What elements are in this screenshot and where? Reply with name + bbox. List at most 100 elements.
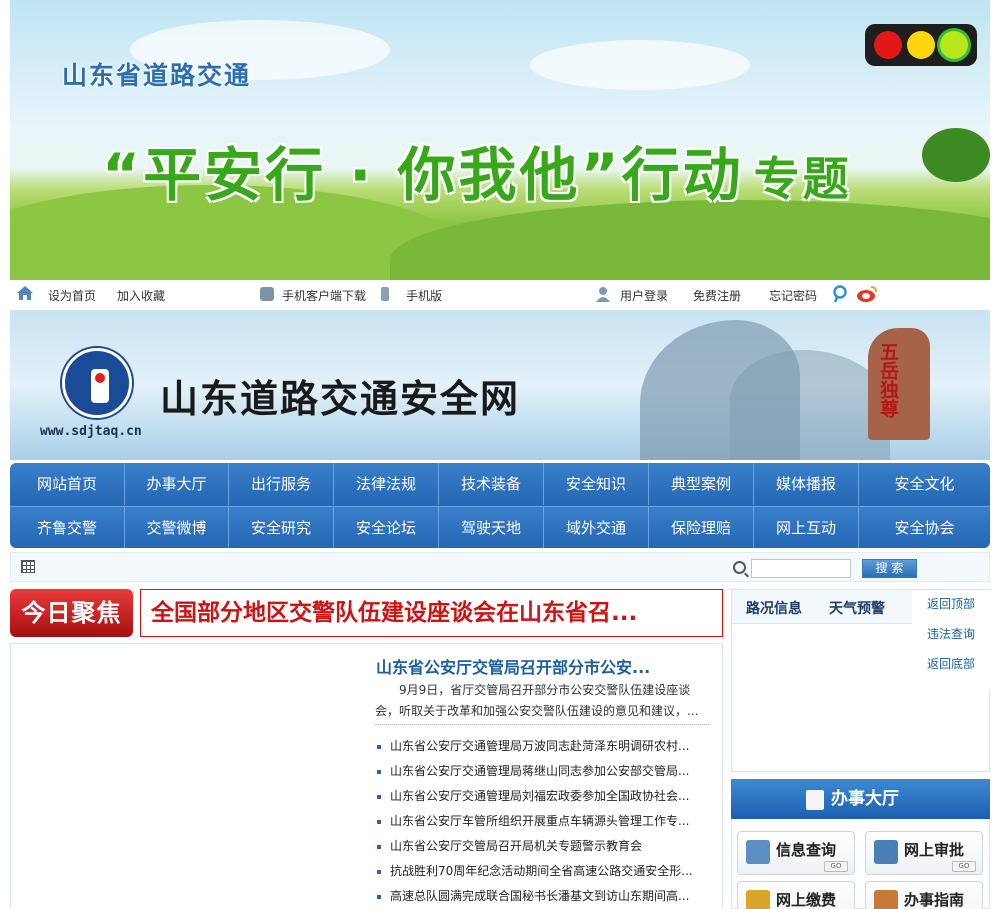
top-banner: 山东省道路交通 “平安行 · 你我他”行动 专题	[10, 0, 990, 280]
tab-bar: 路况信息 天气预警	[732, 590, 912, 624]
info-query-tile[interactable]: 信息查询 GO	[737, 831, 855, 875]
app-download-icon	[260, 287, 274, 301]
tile-label: 网上缴费	[776, 891, 837, 909]
news-list-item[interactable]: 山东省公安厅交通管理局蒋继山同志参加公安部交管局...	[375, 759, 710, 784]
news-image-slot[interactable]	[12, 645, 362, 909]
nav-item[interactable]: 交警微博	[125, 507, 229, 548]
search-input[interactable]	[751, 559, 851, 578]
banner-title-suffix: 专题	[753, 152, 852, 206]
nav-item[interactable]: 网上互动	[754, 507, 859, 548]
focus-headline[interactable]: 全国部分地区交警队伍建设座谈会在山东省召...	[140, 589, 723, 637]
cloud-shape	[530, 40, 750, 90]
go-button[interactable]: GO	[824, 861, 848, 872]
nav-item[interactable]: 安全研究	[229, 507, 334, 548]
taishan-rock: 五岳独尊	[868, 328, 930, 440]
set-home-link[interactable]: 设为首页	[48, 287, 96, 304]
mobile-version-link[interactable]: 手机版	[406, 287, 442, 304]
online-approval-tile[interactable]: 网上审批 GO	[865, 831, 983, 875]
banner-title: “平安行 · 你我他”行动 专题	[102, 128, 852, 212]
nav-item[interactable]: 安全协会	[859, 507, 990, 548]
mountain-shape	[730, 350, 890, 460]
nav-item[interactable]: 网站首页	[10, 463, 125, 505]
nav-row-1: 网站首页 办事大厅 出行服务 法律法规 技术装备 安全知识 典型案例 媒体播报 安全文化	[10, 463, 990, 505]
nav-item[interactable]: 安全文化	[859, 463, 990, 505]
news-list-item[interactable]: 高速总队圆满完成联合国秘书长潘基文到访山东期间高...	[375, 884, 710, 909]
nav-item[interactable]: 保险理赔	[649, 507, 754, 548]
nav-row-2: 齐鲁交警 交警微博 安全研究 安全论坛 驾驶天地 域外交通 保险理赔 网上互动 安全协会	[10, 506, 990, 548]
back-to-top-link[interactable]: 返回顶部	[927, 595, 975, 612]
service-guide-tile[interactable]: 办事指南	[865, 881, 983, 909]
green-light-icon	[940, 31, 969, 59]
site-logo[interactable]	[62, 348, 132, 418]
tile-label: 信息查询	[776, 841, 837, 859]
news-list-item[interactable]: 山东省公安厅交管局召开局机关专题警示教育会	[375, 834, 710, 859]
free-register-link[interactable]: 免费注册	[693, 287, 741, 304]
mobile-icon	[381, 287, 389, 301]
nav-item[interactable]: 法律法规	[334, 463, 439, 505]
service-hall-header: 办事大厅	[731, 779, 990, 819]
red-light-icon	[873, 31, 902, 59]
tile-label: 网上审批	[904, 841, 965, 859]
search-icon	[733, 561, 746, 574]
nav-item[interactable]: 典型案例	[649, 463, 754, 505]
today-focus-badge: 今日聚焦	[10, 589, 133, 637]
yellow-light-icon	[906, 31, 935, 59]
news-list-item[interactable]: 抗战胜利70周年纪念活动期间全省高速公路交通安全形...	[375, 859, 710, 884]
online-payment-tile[interactable]: 网上缴费	[737, 881, 855, 909]
page: 山东省道路交通 “平安行 · 你我他”行动 专题 设为首页 加入收藏 手机客户端下…	[0, 0, 1000, 909]
nav-item[interactable]: 媒体播报	[754, 463, 859, 505]
utility-bar: 设为首页 加入收藏 手机客户端下载 手机版 用户登录 免费注册 忘记密码	[10, 280, 990, 310]
tree-shape	[922, 128, 990, 182]
banner-subtitle: 山东省道路交通	[62, 61, 252, 90]
magnifier-icon	[746, 840, 770, 864]
nav-item[interactable]: 驾驶天地	[439, 507, 544, 548]
tile-label: 办事指南	[904, 891, 965, 909]
service-hall-body: 信息查询 GO 网上审批 GO 网上缴费 办事指南	[731, 819, 990, 909]
search-bar: 搜 索	[10, 552, 990, 582]
nav-item[interactable]: 安全知识	[544, 463, 649, 505]
app-download-link[interactable]: 手机客户端下载	[282, 287, 366, 304]
site-name: 山东道路交通安全网	[160, 376, 521, 421]
site-header: www.sdjtaq.cn 山东道路交通安全网 五岳独尊	[10, 310, 990, 460]
user-icon	[595, 286, 611, 305]
news-list: 山东省公安厅交通管理局万波同志赴菏泽东明调研农村... 山东省公安厅交通管理局蒋继…	[375, 734, 710, 909]
add-favorite-link[interactable]: 加入收藏	[117, 287, 165, 304]
main-nav: 网站首页 办事大厅 出行服务 法律法规 技术装备 安全知识 典型案例 媒体播报 安全文化 齐鲁交…	[10, 463, 990, 548]
site-url: www.sdjtaq.cn	[40, 424, 142, 439]
news-list-item[interactable]: 山东省公安厅车管所组织开展重点车辆源头管理工作专...	[375, 809, 710, 834]
document-icon	[806, 790, 824, 810]
nav-item[interactable]: 安全论坛	[334, 507, 439, 548]
nav-item[interactable]: 域外交通	[544, 507, 649, 548]
service-hall-title: 办事大厅	[831, 789, 899, 809]
go-button[interactable]: GO	[952, 861, 976, 872]
news-list-item[interactable]: 山东省公安厅交通管理局万波同志赴菏泽东明调研农村...	[375, 734, 710, 759]
coins-icon	[746, 890, 770, 909]
home-icon	[16, 285, 34, 304]
banner-title-main: “平安行 · 你我他”行动	[102, 141, 744, 209]
back-to-bottom-link[interactable]: 返回底部	[927, 655, 975, 672]
sina-weibo-icon[interactable]	[856, 285, 878, 306]
search-button[interactable]: 搜 索	[862, 559, 917, 578]
news-headline[interactable]: 山东省公安厅交管局召开部分市公安...	[376, 654, 706, 678]
traffic-light-icon	[865, 24, 977, 66]
news-panel: 山东省公安厅交管局召开部分市公安... 9月9日，省厅交管局召开部分市公安交警队…	[10, 643, 723, 909]
float-links: 返回顶部 违法查询 返回底部	[912, 590, 990, 690]
qq-weibo-icon[interactable]	[832, 285, 848, 306]
info-tabs-widget: 路况信息 天气预警 返回顶部 违法查询 返回底部	[731, 589, 990, 772]
forgot-password-link[interactable]: 忘记密码	[769, 287, 817, 304]
divider	[375, 724, 709, 725]
approval-icon	[874, 840, 898, 864]
guide-book-icon	[874, 890, 898, 909]
hill-shape	[390, 200, 990, 280]
tab-road-info[interactable]: 路况信息	[746, 598, 802, 618]
news-list-item[interactable]: 山东省公安厅交通管理局刘福宏政委参加全国政协社会...	[375, 784, 710, 809]
tab-weather-warning[interactable]: 天气预警	[829, 598, 885, 618]
violation-query-link[interactable]: 违法查询	[927, 625, 975, 642]
nav-item[interactable]: 齐鲁交警	[10, 507, 125, 548]
nav-item[interactable]: 技术装备	[439, 463, 544, 505]
calendar-icon	[21, 560, 35, 573]
rock-inscription: 五岳独尊	[877, 342, 899, 418]
nav-item[interactable]: 办事大厅	[125, 463, 229, 505]
nav-item[interactable]: 出行服务	[229, 463, 334, 505]
user-login-link[interactable]: 用户登录	[620, 287, 668, 304]
